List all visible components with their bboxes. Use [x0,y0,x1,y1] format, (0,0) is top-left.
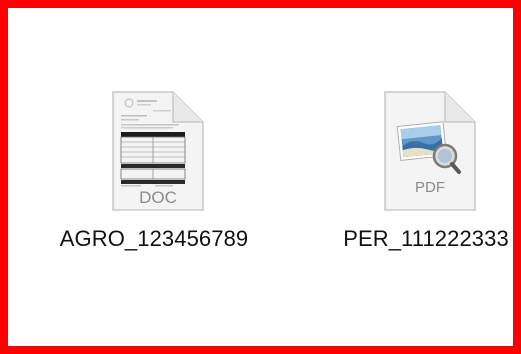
file-item-per[interactable]: PDF PER_111222333 [321,90,521,290]
file-type-label: DOC [139,188,177,207]
file-type-label: PDF [415,179,445,196]
selection-frame: DOC AGRO_123456789 PDF PER_111222333 [0,0,521,354]
document-file-icon: DOC [112,91,204,211]
file-name-label[interactable]: PER_111222333 [321,226,521,252]
pdf-file-icon: PDF [384,91,476,211]
file-item-agro[interactable]: DOC AGRO_123456789 [49,90,259,290]
file-name-label[interactable]: AGRO_123456789 [49,226,259,252]
